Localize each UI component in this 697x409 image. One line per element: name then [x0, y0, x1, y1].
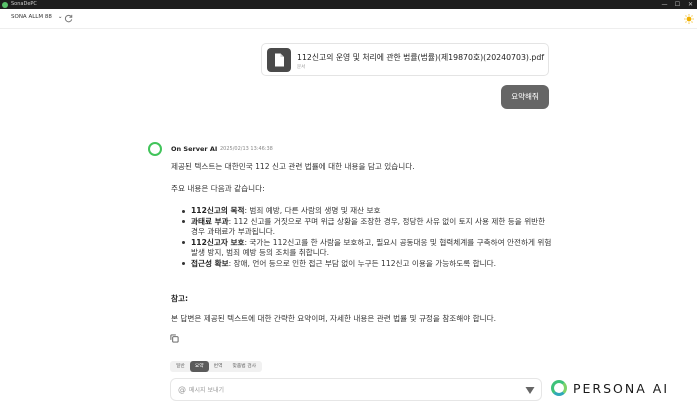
top-toolbar: SONA ALLM 88 ⌄ — [0, 9, 697, 29]
list-item-text: : 국가는 112신고를 한 사람을 보호하고, 필요시 공동대응 및 협력체계… — [191, 237, 552, 258]
reference-heading: 참고: — [171, 294, 189, 303]
attachment-card[interactable]: 112신고의 운영 및 처리에 관한 법률(법률)(제19870호)(20240… — [261, 43, 549, 76]
list-item-title: 과태료 부과 — [191, 216, 229, 226]
model-select[interactable]: SONA ALLM 88 ⌄ — [11, 14, 62, 20]
message-timestamp: 2025/02/13 13:46:38 — [220, 146, 273, 152]
mode-tabs: 일반 요약 번역 맞춤법 검사 — [170, 361, 263, 372]
chevron-down-icon: ⌄ — [57, 14, 63, 20]
list-item-title: 112신고자 보호 — [191, 237, 245, 247]
assistant-lead: 주요 내용은 다음과 같습니다: — [171, 184, 265, 193]
brand-text: PERSONA AI — [573, 380, 670, 396]
list-item-title: 112신고의 목적 — [191, 206, 245, 215]
model-select-value: SONA ALLM 88 — [11, 14, 52, 20]
list-item-text: : 범죄 예방, 다른 사람의 생명 및 재산 보호 — [244, 206, 381, 215]
list-item: 과태료 부과: 112 신고를 거짓으로 꾸며 위급 상황을 조장한 경우, 정… — [181, 217, 553, 238]
attachment-type: 문서 — [297, 65, 306, 70]
copy-icon[interactable] — [170, 334, 179, 343]
ai-avatar — [148, 142, 162, 156]
message-input[interactable] — [189, 384, 509, 396]
list-item-text: : 112 신고를 거짓으로 꾸며 위급 상황을 조장한 경우, 정당한 사유 … — [191, 216, 546, 237]
close-button[interactable]: ✕ — [684, 0, 697, 9]
minimize-button[interactable]: — — [658, 0, 671, 9]
tab-translate[interactable]: 번역 — [209, 361, 228, 372]
window-title: SonaDePC — [11, 1, 37, 7]
refresh-icon[interactable] — [64, 14, 73, 23]
send-icon[interactable] — [525, 386, 535, 395]
message-composer: @ — [170, 378, 542, 401]
summary-list: 112신고의 목적: 범죄 예방, 다른 사람의 생명 및 재산 보호 과태료 … — [181, 206, 553, 269]
brand-logo: PERSONA AI — [551, 380, 669, 396]
list-item: 112신고자 보호: 국가는 112신고를 한 사람을 보호하고, 필요시 공동… — [181, 238, 553, 259]
sun-icon[interactable] — [684, 14, 694, 24]
user-message-bubble: 요약해줘 — [501, 85, 549, 109]
app-logo-icon — [2, 1, 8, 8]
list-item-title: 접근성 확보 — [191, 258, 229, 268]
mention-icon[interactable]: @ — [178, 385, 186, 394]
tab-general[interactable]: 일반 — [171, 361, 190, 372]
window-controls: — ☐ ✕ — [658, 0, 697, 9]
attachment-name: 112신고의 운영 및 처리에 관한 법률(법률)(제19870호)(20240… — [297, 53, 545, 62]
assistant-intro: 제공된 텍스트는 대한민국 112 신고 관련 법률에 대한 내용을 담고 있습… — [171, 162, 415, 171]
assistant-closing: 본 답변은 제공된 텍스트에 대한 간략한 요약이며, 자세한 내용은 관련 법… — [171, 314, 497, 323]
tab-spellcheck[interactable]: 맞춤법 검사 — [227, 361, 261, 372]
assistant-name: On Server AI — [171, 145, 218, 153]
persona-logo-icon — [551, 380, 567, 396]
maximize-button[interactable]: ☐ — [671, 0, 684, 9]
list-item: 접근성 확보: 장애, 언어 등으로 인한 접근 부담 없이 누구든 112신고… — [181, 259, 553, 270]
document-icon — [267, 48, 291, 72]
list-item-text: : 장애, 언어 등으로 인한 접근 부담 없이 누구든 112신고 이용을 가… — [228, 258, 496, 268]
list-item: 112신고의 목적: 범죄 예방, 다른 사람의 생명 및 재산 보호 — [181, 206, 553, 217]
tab-summary[interactable]: 요약 — [189, 361, 209, 372]
window-titlebar: SonaDePC — ☐ ✕ — [0, 0, 697, 9]
